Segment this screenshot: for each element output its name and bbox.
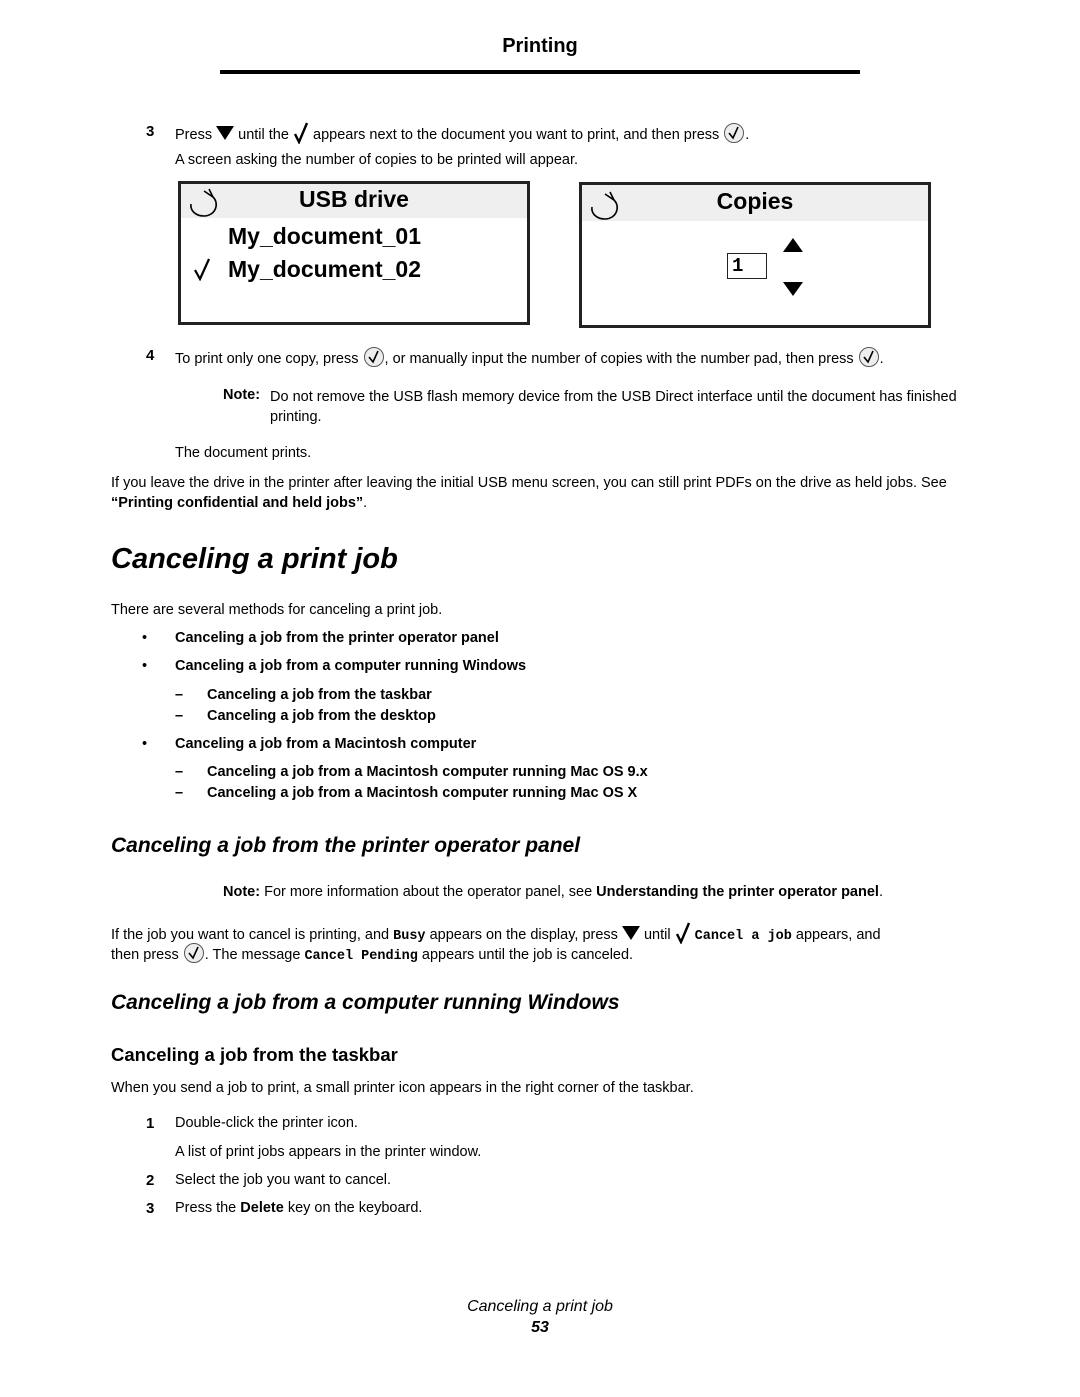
- step-text: Press: [175, 126, 213, 143]
- bullet: •: [142, 630, 148, 646]
- cross-reference-link[interactable]: “Printing confidential and held jobs”: [111, 495, 363, 511]
- step-text: , or manually input the number of copies…: [384, 350, 854, 367]
- header-rule: [220, 70, 860, 74]
- paragraph-text: If the job you want to cancel is printin…: [111, 926, 390, 943]
- checkmark-icon: [293, 122, 309, 148]
- step-text: Select the job you want to cancel.: [175, 1172, 392, 1188]
- step-text: .: [879, 350, 884, 367]
- sub-method-link[interactable]: Canceling a job from a Macintosh compute…: [207, 785, 637, 801]
- step-text: until the: [238, 126, 289, 143]
- dash: –: [175, 687, 184, 703]
- note-text: Do not remove the USB flash memory devic…: [270, 389, 957, 425]
- panel-title: Copies: [716, 188, 794, 214]
- taskbar-intro: When you send a job to print, a small pr…: [111, 1080, 694, 1096]
- panel-title: USB drive: [299, 186, 409, 212]
- footer-section: Canceling a print job: [467, 1298, 613, 1315]
- step-text: appears next to the document you want to…: [313, 126, 720, 143]
- bullet: •: [142, 736, 148, 752]
- subsection-heading: Canceling a job from the printer operato…: [111, 834, 581, 857]
- select-button-icon: [363, 346, 385, 372]
- copies-input[interactable]: 1: [727, 253, 767, 279]
- up-arrow-icon[interactable]: [783, 237, 803, 257]
- step-text: Double-click the printer icon.: [175, 1115, 358, 1131]
- step-number: 3: [146, 1200, 155, 1217]
- result-text: The document prints.: [175, 445, 312, 461]
- note-label: Note:: [223, 884, 261, 900]
- step-number: 1: [146, 1115, 155, 1132]
- step-number: 4: [146, 347, 155, 364]
- paragraph-text: appears until the job is canceled.: [421, 946, 634, 963]
- usb-drive-panel: USB drive My_document_01 My_document_02: [178, 181, 530, 325]
- page-number: 53: [531, 1319, 549, 1336]
- cancel-paragraph-line2: then press . The message Cancel Pending …: [111, 942, 633, 968]
- paragraph-text: .: [363, 495, 368, 511]
- step-4-text: To print only one copy, press , or manua…: [175, 346, 884, 372]
- copies-panel: Copies 1: [579, 182, 931, 328]
- step-3-text: Press until the appears next to the docu…: [175, 122, 749, 148]
- paragraph-text: appears, and: [795, 926, 881, 943]
- step-text: .: [745, 126, 750, 143]
- document-item-selected[interactable]: My_document_02: [228, 256, 421, 283]
- method-link[interactable]: Canceling a job from a computer running …: [175, 658, 526, 674]
- paragraph-text: If you leave the drive in the printer af…: [111, 475, 947, 491]
- paragraph-text: then press: [111, 946, 179, 963]
- sub-subsection-heading: Canceling a job from the taskbar: [111, 1044, 398, 1065]
- paragraph-text: until: [643, 926, 671, 943]
- cross-reference-link[interactable]: Understanding the printer operator panel: [596, 884, 879, 900]
- chapter-title: Printing: [502, 35, 578, 57]
- document-item[interactable]: My_document_01: [228, 223, 421, 250]
- subsection-heading: Canceling a job from a computer running …: [111, 991, 620, 1014]
- step-number: 3: [146, 123, 155, 140]
- step-text: Press the: [175, 1200, 237, 1216]
- step-text: key on the keyboard.: [287, 1200, 423, 1216]
- dash: –: [175, 708, 184, 724]
- paragraph-text: . The message: [204, 946, 301, 963]
- down-arrow-icon[interactable]: [783, 281, 803, 301]
- sub-method-link[interactable]: Canceling a job from the taskbar: [207, 687, 432, 703]
- key-name: Delete: [240, 1200, 284, 1216]
- dash: –: [175, 764, 184, 780]
- select-button-icon: [723, 122, 745, 148]
- select-button-icon: [183, 942, 205, 968]
- display-message: Cancel Pending: [304, 948, 418, 964]
- step-number: 2: [146, 1172, 155, 1189]
- bullet: •: [142, 658, 148, 674]
- dash: –: [175, 785, 184, 801]
- select-button-icon: [858, 346, 880, 372]
- section-title: Canceling a print job: [111, 543, 398, 575]
- note-text: For more information about the operator …: [264, 884, 597, 900]
- method-link[interactable]: Canceling a job from the printer operato…: [175, 630, 499, 646]
- step-text: To print only one copy, press: [175, 350, 359, 367]
- display-message: Cancel a job: [694, 928, 792, 944]
- step-result: A list of print jobs appears in the prin…: [175, 1144, 482, 1160]
- note: Note: For more information about the ope…: [223, 884, 883, 900]
- step-text: Press the Delete key on the keyboard.: [175, 1200, 422, 1216]
- sub-method-link[interactable]: Canceling a job from a Macintosh compute…: [207, 764, 648, 780]
- note-text: .: [878, 884, 883, 900]
- held-jobs-paragraph: If you leave the drive in the printer af…: [111, 473, 971, 513]
- checkmark-icon: [675, 922, 691, 948]
- intro-text: There are several methods for canceling …: [111, 602, 443, 618]
- paragraph-text: appears on the display, press: [429, 926, 618, 943]
- step-3-result: A screen asking the number of copies to …: [175, 152, 579, 168]
- note-label: Note:: [223, 387, 261, 403]
- checkmark-icon: [193, 257, 211, 285]
- sub-method-link[interactable]: Canceling a job from the desktop: [207, 708, 436, 724]
- down-arrow-icon: [216, 125, 235, 145]
- method-link[interactable]: Canceling a job from a Macintosh compute…: [175, 736, 476, 752]
